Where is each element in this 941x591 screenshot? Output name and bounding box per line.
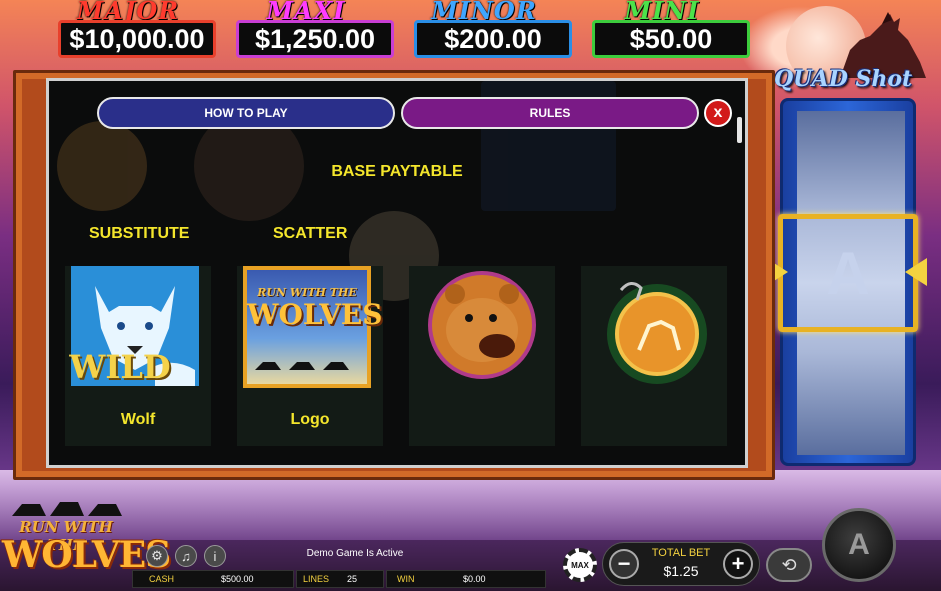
max-bet-button[interactable]: MAX [563,548,597,582]
jackpot-minor: MINOR $200.00 [406,0,572,62]
decrease-bet-button[interactable]: − [609,549,639,579]
info-icon[interactable]: i [204,545,226,567]
paytable-title: BASE PAYTABLE [331,163,463,180]
arrow-left-icon [905,258,927,286]
total-bet-value: $1.25 [663,563,699,579]
jackpot-mini-amount: $50.00 [592,20,750,58]
cash-value: $500.00 [221,574,254,584]
jackpot-major: MAJOR $10,000.00 [50,0,216,62]
sound-icon[interactable]: ♫ [175,545,197,567]
game-logo-main-text: WOLVES [2,534,171,576]
spin-button[interactable]: A [822,508,896,582]
game-logo: RUN WITH THE WOLVES [2,494,171,588]
bonus-reel-symbol: A [826,239,870,307]
paytable-card-medallion [581,266,727,446]
jackpot-bar: MAJOR $10,000.00 MAXI $1,250.00 MINOR $2… [50,0,750,62]
quadshot-logo: QUAD Shot [774,66,913,92]
total-bet-panel: − TOTAL BET $1.25 + [602,542,760,586]
cash-display: CASH $500.00 [132,570,294,588]
scatter-label: SCATTER [273,225,348,242]
win-display: WIN $0.00 [386,570,546,588]
modal-scrollbar[interactable] [737,117,742,143]
autoplay-icon: ⟲ [781,554,797,575]
lines-value: 25 [347,574,358,584]
running-wolves-icon [255,362,349,370]
lines-label: LINES [303,574,330,584]
bear-icon [428,271,536,379]
tab-how-to-play[interactable]: HOW TO PLAY [97,97,395,129]
jackpot-major-amount: $10,000.00 [58,20,216,58]
substitute-label: SUBSTITUTE [89,225,190,242]
logo-wolves-silhouette-icon [12,502,122,516]
jackpot-mini: MINI $50.00 [584,0,750,62]
lines-display: LINES 25 [296,570,384,588]
logo-scatter-icon: RUN WITH THE WOLVES [243,266,383,388]
total-bet-label: TOTAL BET [651,547,711,559]
help-modal: HOW TO PLAY RULES x BASE PAYTABLE SUBSTI… [46,78,748,468]
win-value: $0.00 [463,574,486,584]
symbol-name-logo: Logo [290,411,330,428]
symbol-name-wolf: Wolf [120,411,156,428]
close-button[interactable]: x [704,99,732,127]
dreamcatcher-medallion-icon [607,282,707,384]
scatter-logo-main-text: WOLVES [247,298,383,331]
background-snow [0,470,941,540]
jackpot-maxi-amount: $1,250.00 [236,20,394,58]
cash-label: CASH [149,574,175,584]
increase-bet-button[interactable]: + [723,549,753,579]
jackpot-maxi: MAXI $1,250.00 [228,0,394,62]
win-label: WIN [397,574,415,584]
autoplay-button[interactable]: ⟲ [766,548,812,582]
jackpot-minor-amount: $200.00 [414,20,572,58]
tab-rules[interactable]: RULES [401,97,699,129]
demo-status-text: Demo Game Is Active [306,548,404,559]
wild-text: WILD [69,348,171,386]
settings-gear-icon[interactable]: ⚙ [146,545,168,567]
paytable-card-bear [409,266,555,446]
